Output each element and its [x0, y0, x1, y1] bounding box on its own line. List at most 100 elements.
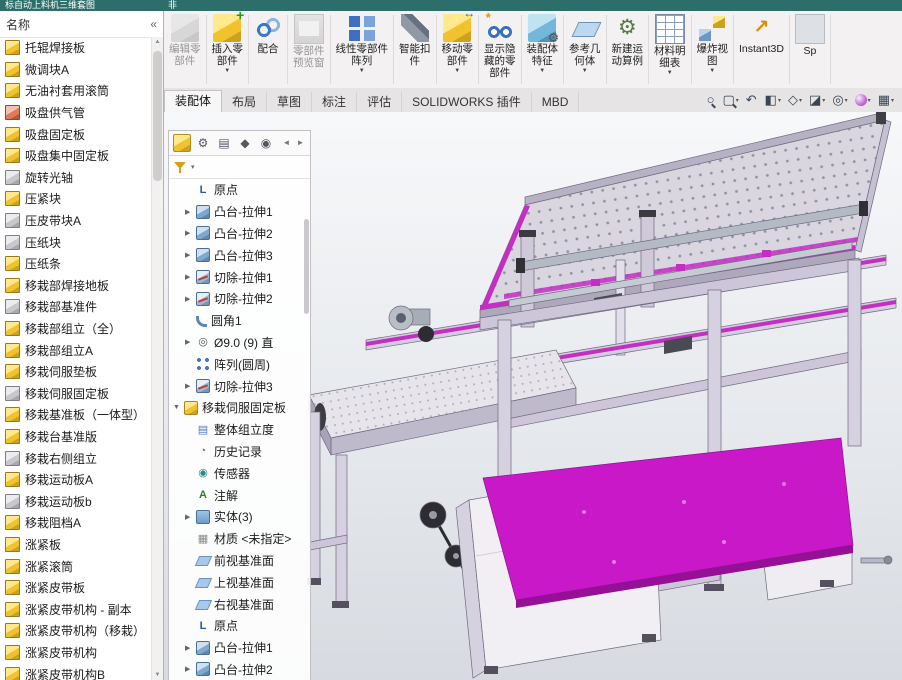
feature-tree-item[interactable]: 材质 <未指定> — [169, 528, 310, 550]
ribbon-button[interactable]: 智能扣 件 — [396, 11, 434, 88]
ribbon-button[interactable]: Sp — [792, 11, 828, 88]
edit-appearance-icon[interactable]: ▾ — [854, 94, 871, 106]
feature-tree-item[interactable]: 右视基准面 — [169, 593, 310, 615]
expand-arrow-icon[interactable]: ▶ — [185, 513, 195, 521]
feature-tree-item[interactable]: ▶ Ø9.0 (9) 直 — [169, 332, 310, 354]
part-list-item[interactable]: 移栽阻档A — [0, 512, 152, 534]
feature-tree-item[interactable]: 上视基准面 — [169, 571, 310, 593]
displaymanager-tab-icon[interactable]: ◉ — [257, 134, 275, 152]
feature-tree-item[interactable]: ▶ 凸台-拉伸1 — [169, 637, 310, 659]
view-orientation-icon[interactable]: ◇ ▾ — [788, 92, 802, 108]
feature-tree-item[interactable]: 阵列(圆周) — [169, 353, 310, 375]
part-list-item[interactable]: 移栽台基准版 — [0, 426, 152, 448]
part-list-item[interactable]: 压纸条 — [0, 253, 152, 275]
part-list-item[interactable]: 托辊焊接板 — [0, 37, 152, 59]
expand-arrow-icon[interactable]: ▶ — [185, 273, 195, 281]
feature-tree-item[interactable]: ▼ 移栽伺服固定板 — [169, 397, 310, 419]
part-list-item[interactable]: 移栽部组立（全） — [0, 318, 152, 340]
ribbon-button[interactable]: 配合 — [251, 11, 285, 88]
feature-tree-item[interactable]: 原点 — [169, 615, 310, 637]
section-view-icon[interactable]: ◧ ▾ — [765, 92, 781, 108]
ribbon-button[interactable]: 零部件 预览窗 — [290, 11, 328, 88]
scroll-left-icon[interactable]: ◄ — [281, 134, 292, 152]
feature-tree-item[interactable]: ▶ 实体(3) — [169, 506, 310, 528]
part-list-item[interactable]: 压纸块 — [0, 231, 152, 253]
graphics-viewport[interactable]: ⚙ ▤ ◆ ◉ ◄ ► ▾ L 原点 ▶ 凸台-拉伸1 ▶ 凸台-拉伸2 ▶ 凸… — [164, 112, 902, 680]
part-list-item[interactable]: 微调块A — [0, 59, 152, 81]
ribbon-button[interactable]: Instant3D — [736, 11, 787, 88]
zoom-area-icon[interactable]: ▢ ▾ — [722, 92, 738, 108]
feature-tree-item[interactable]: ▶ 凸台-拉伸1 — [169, 201, 310, 223]
expand-arrow-icon[interactable]: ▶ — [185, 644, 195, 652]
scroll-right-icon[interactable]: ► — [295, 134, 306, 152]
featuremanager-tab-icon[interactable] — [173, 134, 191, 152]
collapse-panel-button[interactable]: « — [150, 17, 157, 31]
ribbon-button[interactable]: 插入零 部件 ▼ — [209, 11, 247, 88]
part-list-item[interactable]: 涨紧皮带机构B — [0, 663, 152, 680]
ribbon-button[interactable]: 新建运 动算例 — [609, 11, 647, 88]
part-list-item[interactable]: 移栽运动板A — [0, 469, 152, 491]
ribbon-button[interactable]: 线性零部件 阵列 ▼ — [333, 11, 392, 88]
configurationmanager-tab-icon[interactable]: ▤ — [215, 134, 233, 152]
part-list-item[interactable]: 涨紧皮带机构 - 副本 — [0, 598, 152, 620]
scroll-down-icon[interactable]: ▼ — [152, 672, 163, 678]
feature-tree-item[interactable]: 原点 — [169, 179, 310, 201]
dimxpertmanager-tab-icon[interactable]: ◆ — [236, 134, 254, 152]
expand-arrow-icon[interactable]: ▶ — [185, 665, 195, 673]
expand-arrow-icon[interactable]: ▶ — [185, 251, 195, 259]
part-list-item[interactable]: 移栽右侧组立 — [0, 447, 152, 469]
command-tab[interactable]: 装配体 — [164, 90, 223, 112]
part-list-item[interactable]: 涨紧皮带板 — [0, 577, 152, 599]
filter-caret-icon[interactable]: ▾ — [191, 163, 195, 171]
ribbon-button[interactable]: 材料明 细表 ▼ — [651, 11, 689, 88]
ribbon-button[interactable]: 移动零 部件 ▼ — [439, 11, 477, 88]
command-tab[interactable]: MBD — [532, 92, 580, 112]
part-list-item[interactable]: 吸盘供气管 — [0, 102, 152, 124]
previous-view-icon[interactable]: ↶ — [746, 92, 758, 108]
feature-tree-item[interactable]: 传感器 — [169, 462, 310, 484]
command-tab[interactable]: 评估 — [357, 92, 403, 112]
scrollbar-thumb[interactable] — [153, 51, 162, 181]
apply-scene-icon[interactable]: ▦ ▾ — [878, 92, 894, 108]
part-list-item[interactable]: 吸盘固定板 — [0, 123, 152, 145]
command-tab[interactable]: 标注 — [312, 92, 358, 112]
part-list-item[interactable]: 移栽伺服固定板 — [0, 383, 152, 405]
feature-tree-item[interactable]: ▶ 凸台-拉伸3 — [169, 244, 310, 266]
expand-arrow-icon[interactable]: ▶ — [185, 338, 195, 346]
feature-tree-item[interactable]: ▶ 凸台-拉伸2 — [169, 659, 310, 680]
part-list-item[interactable]: 移栽部组立A — [0, 339, 152, 361]
part-list-item[interactable]: 涨紧皮带机构（移栽） — [0, 620, 152, 642]
ribbon-button[interactable]: 爆炸视 图 ▼ — [694, 11, 732, 88]
part-list-item[interactable]: 涨紧板 — [0, 534, 152, 556]
command-tab[interactable]: 布局 — [222, 92, 268, 112]
part-list-item[interactable]: 移栽伺服垫板 — [0, 361, 152, 383]
feature-tree-item[interactable]: ▶ 切除-拉伸2 — [169, 288, 310, 310]
propertymanager-tab-icon[interactable]: ⚙ — [194, 134, 212, 152]
part-list-item[interactable]: 移栽部基准件 — [0, 296, 152, 318]
hide-show-items-icon[interactable]: ◎ ▾ — [832, 92, 847, 108]
expand-arrow-icon[interactable]: ▶ — [185, 208, 195, 216]
filter-icon[interactable] — [174, 161, 187, 174]
part-list-item[interactable]: 涨紧滚筒 — [0, 555, 152, 577]
command-tab[interactable]: SOLIDWORKS 插件 — [402, 92, 532, 112]
expand-arrow-icon[interactable]: ▶ — [185, 295, 195, 303]
ribbon-button[interactable]: 装配体 特征 ▼ — [524, 11, 562, 88]
part-list-item[interactable]: 压紧块 — [0, 188, 152, 210]
part-list-item[interactable]: 移栽部焊接地板 — [0, 275, 152, 297]
part-list-item[interactable]: 吸盘集中固定板 — [0, 145, 152, 167]
display-style-icon[interactable]: ◪ ▾ — [809, 92, 825, 108]
ribbon-button[interactable]: 显示隐 藏的零 部件 — [481, 11, 519, 88]
feature-tree-item[interactable]: 前视基准面 — [169, 550, 310, 572]
feature-tree-item[interactable]: 历史记录 — [169, 441, 310, 463]
feature-tree-item[interactable]: ▶ 凸台-拉伸2 — [169, 223, 310, 245]
feature-tree-item[interactable]: 整体组立度 — [169, 419, 310, 441]
part-list-item[interactable]: 旋转光轴 — [0, 167, 152, 189]
part-list-item[interactable]: 涨紧皮带机构 — [0, 642, 152, 664]
command-tab[interactable]: 草图 — [267, 92, 313, 112]
expand-arrow-icon[interactable]: ▶ — [185, 229, 195, 237]
part-list-item[interactable]: 压皮带块A — [0, 210, 152, 232]
tree-scrollbar[interactable] — [303, 179, 310, 680]
tree-scrollbar-thumb[interactable] — [304, 219, 309, 314]
expand-arrow-icon[interactable]: ▶ — [185, 382, 195, 390]
feature-tree-item[interactable]: ▶ 切除-拉伸1 — [169, 266, 310, 288]
